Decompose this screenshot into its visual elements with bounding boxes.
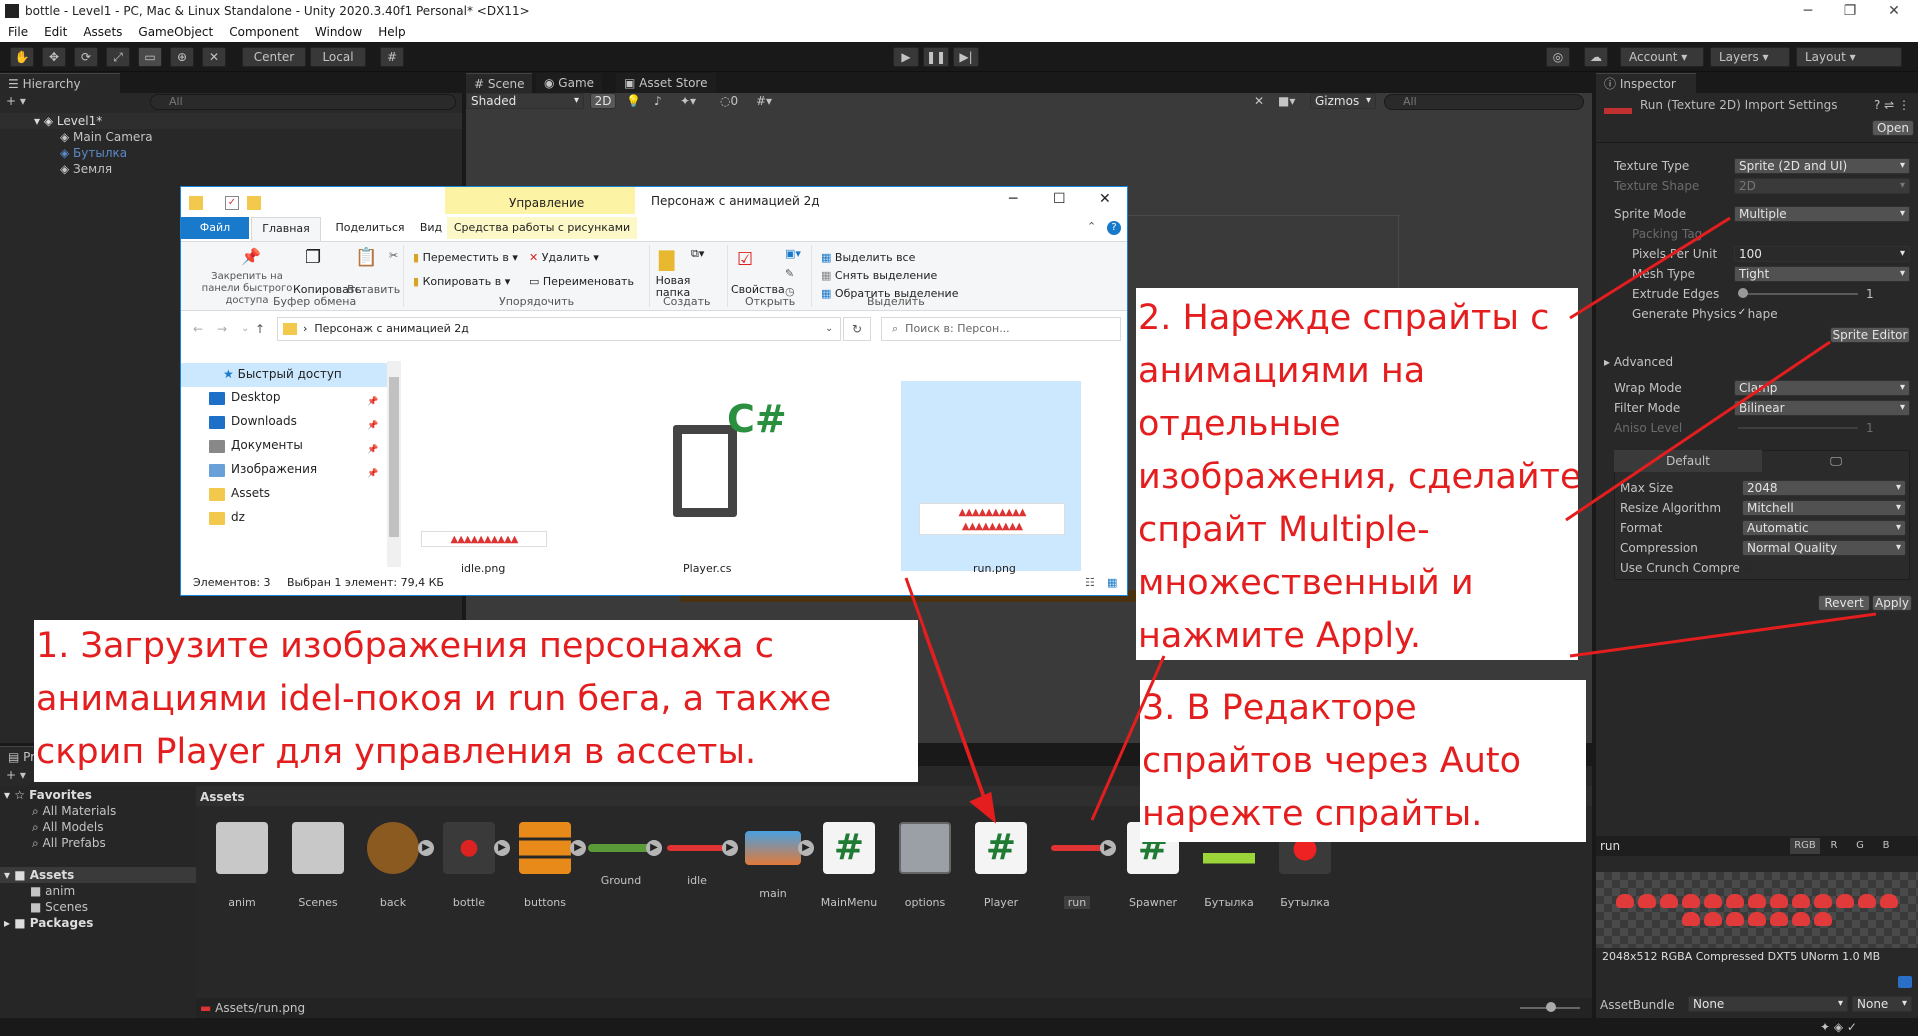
annotation-arrows [904, 216, 1877, 824]
arrow-to-apply [1569, 612, 1877, 658]
arrow-to-sprite-editor [1565, 340, 1831, 522]
arrow-to-run-asset-2 [922, 629, 988, 805]
arrow-to-sprite-mode [1569, 216, 1731, 320]
arrow-to-sprite-editor-from-run [1090, 655, 1166, 821]
